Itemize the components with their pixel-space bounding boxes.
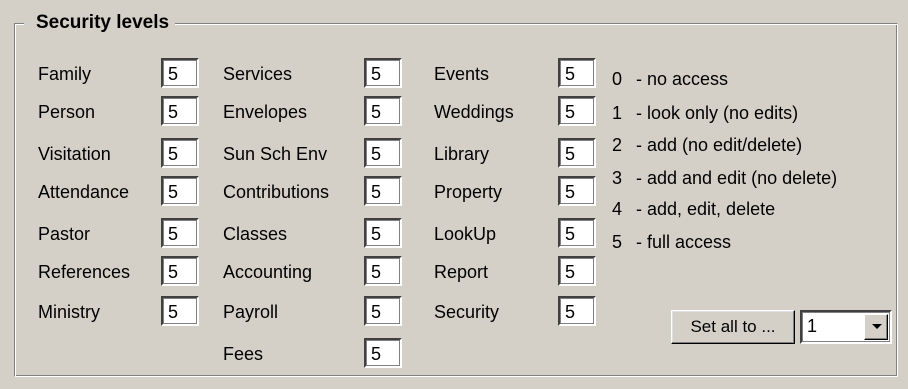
references-level-input[interactable]	[161, 256, 199, 286]
label-attendance: Attendance	[38, 182, 130, 202]
legend-num: 2	[612, 135, 623, 155]
label-weddings: Weddings	[434, 102, 514, 122]
legend-text: - no access	[636, 69, 729, 89]
label-property: Property	[434, 182, 503, 202]
legend-item: 5 - full access	[612, 231, 731, 253]
services-level-input[interactable]	[364, 58, 402, 88]
legend-text: - add, edit, delete	[636, 199, 776, 219]
accounting-level-input[interactable]	[364, 256, 402, 286]
legend-item: 0 - no access	[612, 68, 728, 90]
label-services: Services	[223, 64, 293, 84]
legend-item: 1 - look only (no edits)	[612, 102, 798, 124]
library-level-input[interactable]	[558, 138, 596, 168]
group-title: Security levels	[24, 10, 176, 36]
events-level-input[interactable]	[558, 58, 596, 88]
property-level-input[interactable]	[558, 176, 596, 206]
label-family: Family	[38, 64, 91, 84]
label-classes: Classes	[223, 224, 288, 244]
legend-text: - add and edit (no delete)	[636, 168, 838, 188]
sun-sch-env-level-input[interactable]	[364, 138, 402, 168]
label-accounting: Accounting	[223, 262, 313, 282]
legend-text: - full access	[636, 232, 732, 252]
label-sun-sch-env: Sun Sch Env	[223, 144, 328, 164]
legend-num: 0	[612, 69, 623, 89]
security-level-input[interactable]	[558, 296, 596, 326]
set-all-level-select[interactable]: 1	[800, 310, 892, 344]
label-security: Security	[434, 302, 500, 322]
legend-item: 4 - add, edit, delete	[612, 198, 775, 220]
legend-num: 1	[612, 103, 623, 123]
payroll-level-input[interactable]	[364, 296, 402, 326]
label-payroll: Payroll	[223, 302, 279, 322]
ministry-level-input[interactable]	[161, 296, 199, 326]
label-fees: Fees	[223, 344, 264, 364]
label-lookup: LookUp	[434, 224, 497, 244]
legend-text: - add (no edit/delete)	[636, 135, 803, 155]
set-all-selected-value: 1	[807, 316, 818, 336]
contributions-level-input[interactable]	[364, 176, 402, 206]
fees-level-input[interactable]	[364, 338, 402, 368]
legend-item: 2 - add (no edit/delete)	[612, 134, 802, 156]
legend-item: 3 - add and edit (no delete)	[612, 167, 837, 189]
legend-text: - look only (no edits)	[636, 103, 799, 123]
family-level-input[interactable]	[161, 58, 199, 88]
legend-num: 3	[612, 168, 623, 188]
label-library: Library	[434, 144, 490, 164]
label-visitation: Visitation	[38, 144, 111, 164]
pastor-level-input[interactable]	[161, 218, 199, 248]
dropdown-button[interactable]	[864, 314, 888, 340]
label-pastor: Pastor	[38, 224, 91, 244]
attendance-level-input[interactable]	[161, 176, 199, 206]
weddings-level-input[interactable]	[558, 96, 596, 126]
set-all-button[interactable]: Set all to ...	[671, 310, 795, 344]
label-references: References	[38, 262, 131, 282]
visitation-level-input[interactable]	[161, 138, 199, 168]
label-report: Report	[434, 262, 489, 282]
classes-level-input[interactable]	[364, 218, 402, 248]
legend-num: 5	[612, 232, 623, 252]
label-ministry: Ministry	[38, 302, 100, 322]
label-person: Person	[38, 102, 96, 122]
report-level-input[interactable]	[558, 256, 596, 286]
envelopes-level-input[interactable]	[364, 96, 402, 126]
label-events: Events	[434, 64, 490, 84]
legend-num: 4	[612, 199, 623, 219]
chevron-down-icon	[872, 324, 882, 329]
label-contributions: Contributions	[223, 182, 330, 202]
person-level-input[interactable]	[161, 96, 199, 126]
label-envelopes: Envelopes	[223, 102, 308, 122]
lookup-level-input[interactable]	[558, 218, 596, 248]
